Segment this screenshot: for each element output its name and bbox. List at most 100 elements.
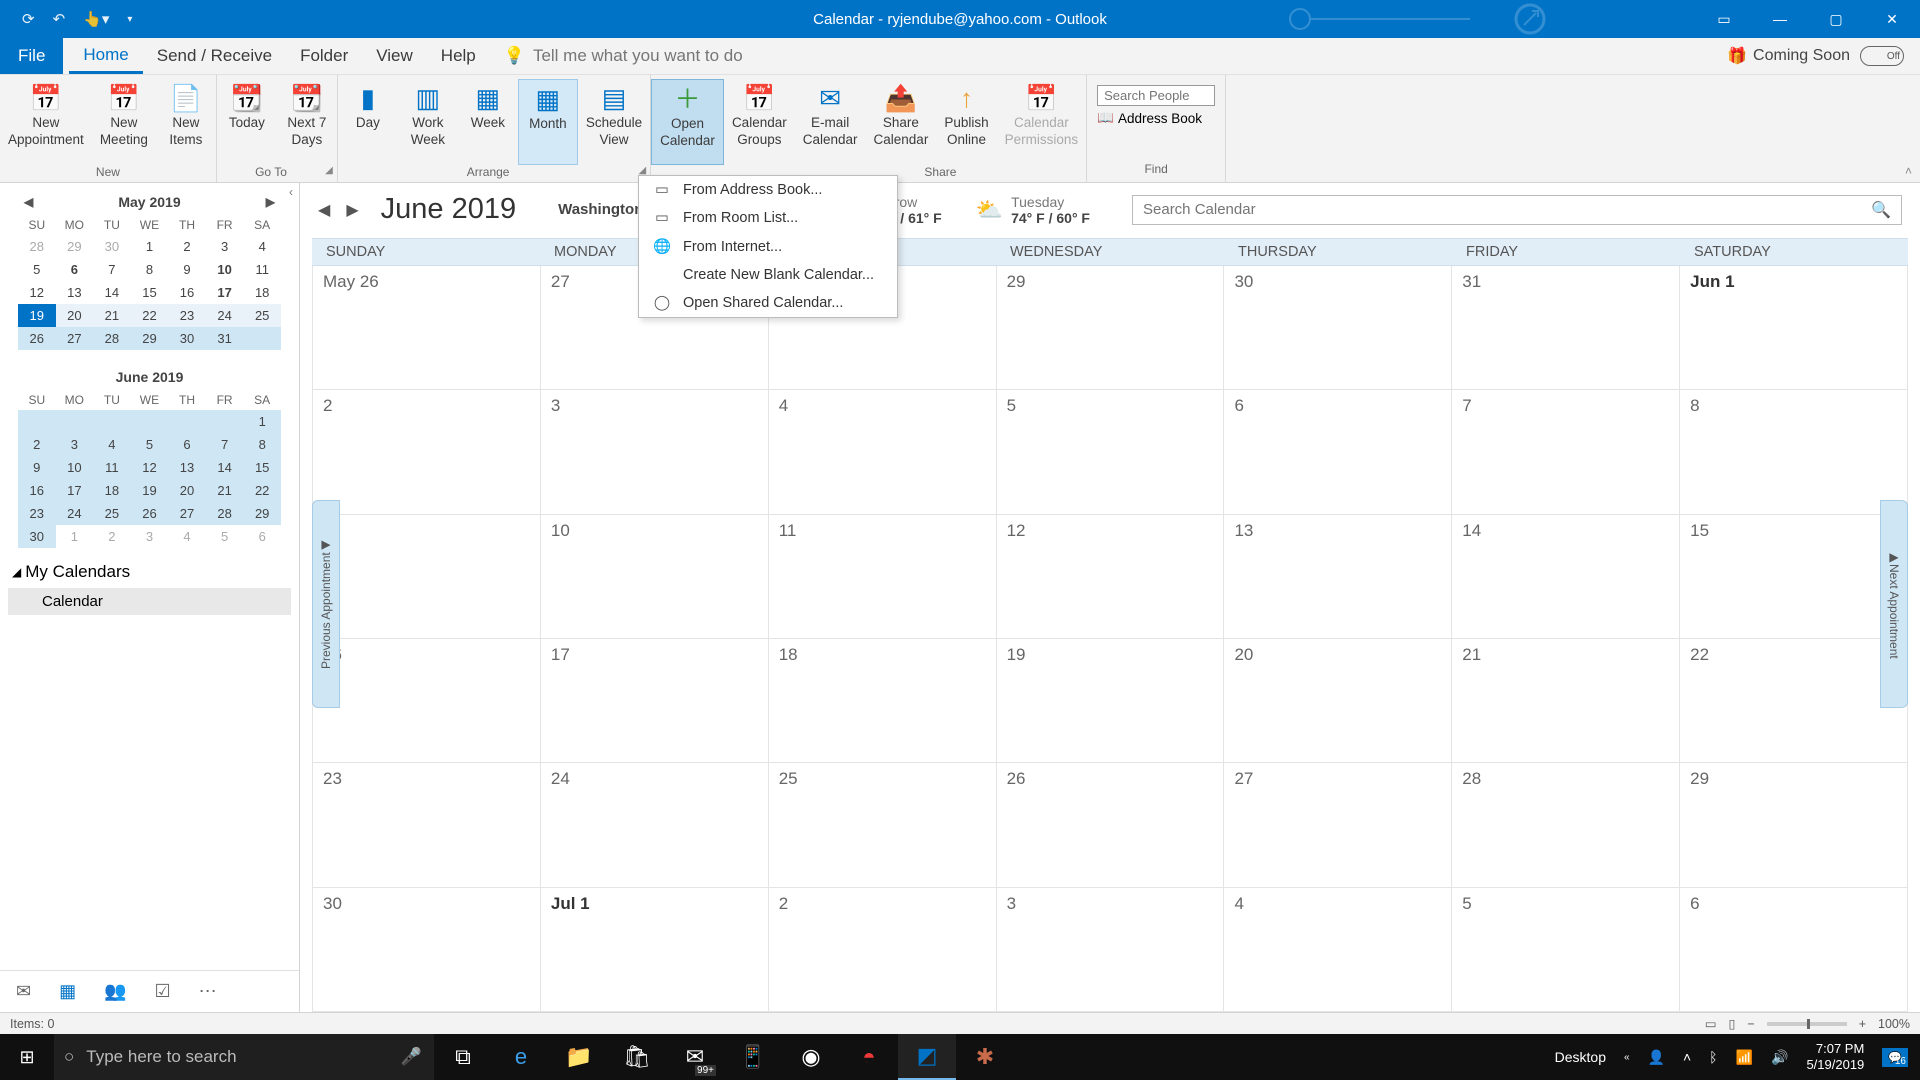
- zoom-out-icon[interactable]: −: [1747, 1017, 1754, 1031]
- chrome-icon[interactable]: ◉: [782, 1034, 840, 1080]
- mini-day[interactable]: 19: [131, 479, 169, 502]
- mini-day[interactable]: 29: [56, 235, 94, 258]
- search-calendar[interactable]: 🔍: [1132, 195, 1902, 225]
- mini-day[interactable]: 13: [168, 456, 206, 479]
- reading-view-icon[interactable]: ▯: [1729, 1016, 1736, 1031]
- mini-day[interactable]: 29: [243, 502, 281, 525]
- mini-day[interactable]: 3: [206, 235, 244, 258]
- day-cell[interactable]: 29: [997, 266, 1225, 390]
- refresh-icon[interactable]: ⟳: [22, 10, 35, 28]
- day-cell[interactable]: 26: [997, 763, 1225, 887]
- phone-icon[interactable]: 📱: [724, 1034, 782, 1080]
- send-receive-tab[interactable]: Send / Receive: [143, 38, 286, 74]
- collapse-sidebar-icon[interactable]: ‹: [289, 185, 293, 199]
- mini-day[interactable]: 4: [243, 235, 281, 258]
- task-view-icon[interactable]: ⧉: [434, 1034, 492, 1080]
- mini-day[interactable]: 2: [93, 525, 131, 548]
- day-cell[interactable]: 21: [1452, 639, 1680, 763]
- mini-day[interactable]: [243, 327, 281, 350]
- mini-day[interactable]: 15: [243, 456, 281, 479]
- mini-day[interactable]: 29: [131, 327, 169, 350]
- new-meeting-button[interactable]: 📅New Meeting: [92, 79, 156, 165]
- mini-day[interactable]: 2: [18, 433, 56, 456]
- mini-day[interactable]: 23: [18, 502, 56, 525]
- mini-day[interactable]: 11: [93, 456, 131, 479]
- vivaldi-icon[interactable]: ◓: [840, 1034, 898, 1080]
- next-7-days-button[interactable]: 📆Next 7 Days: [277, 79, 337, 165]
- close-button[interactable]: ✕: [1864, 0, 1920, 38]
- folder-tab[interactable]: Folder: [286, 38, 362, 74]
- mini-day[interactable]: 6: [56, 258, 94, 281]
- mini-day[interactable]: 3: [131, 525, 169, 548]
- mini-day[interactable]: [93, 410, 131, 433]
- collapse-ribbon-icon[interactable]: ˄: [1905, 164, 1912, 178]
- tell-me-search[interactable]: 💡 Tell me what you want to do: [504, 46, 743, 66]
- day-cell[interactable]: 16: [312, 639, 541, 763]
- calendar-groups-button[interactable]: 📅Calendar Groups: [724, 79, 795, 165]
- previous-appointment-tab[interactable]: Previous Appointment ◀: [312, 500, 340, 708]
- mini-day[interactable]: 13: [56, 281, 94, 304]
- day-cell[interactable]: 30: [312, 888, 541, 1012]
- taskbar-search[interactable]: ○ Type here to search 🎤: [54, 1034, 434, 1080]
- share-calendar-button[interactable]: 📤Share Calendar: [866, 79, 937, 165]
- day-cell[interactable]: 7: [1452, 390, 1680, 514]
- day-cell[interactable]: 10: [541, 515, 769, 639]
- app-icon[interactable]: ✱: [956, 1034, 1014, 1080]
- next-period-icon[interactable]: ▶: [346, 200, 358, 220]
- mini-day[interactable]: 30: [93, 235, 131, 258]
- mini-day[interactable]: 28: [93, 327, 131, 350]
- mini-day[interactable]: 20: [168, 479, 206, 502]
- my-calendars-header[interactable]: ◢My Calendars: [0, 548, 299, 588]
- day-cell[interactable]: 5: [1452, 888, 1680, 1012]
- day-cell[interactable]: May 26: [312, 266, 541, 390]
- day-cell[interactable]: 19: [997, 639, 1225, 763]
- mini-day[interactable]: 10: [206, 258, 244, 281]
- mini-day[interactable]: 19: [18, 304, 56, 327]
- mini-day[interactable]: 18: [93, 479, 131, 502]
- day-cell[interactable]: 28: [1452, 763, 1680, 887]
- mini-day[interactable]: 17: [56, 479, 94, 502]
- clock[interactable]: 7:07 PM5/19/2019: [1806, 1041, 1864, 1072]
- day-cell[interactable]: 22: [1680, 639, 1908, 763]
- schedule-view-button[interactable]: ▤Schedule View: [578, 79, 650, 165]
- mini-day[interactable]: 1: [243, 410, 281, 433]
- open-shared-calendar-item[interactable]: ◯Open Shared Calendar...: [639, 289, 897, 317]
- mini-day[interactable]: 22: [131, 304, 169, 327]
- mini-day[interactable]: [131, 410, 169, 433]
- mini-day[interactable]: 5: [18, 258, 56, 281]
- mic-icon[interactable]: 🎤: [401, 1047, 422, 1067]
- day-cell[interactable]: 6: [1224, 390, 1452, 514]
- day-cell[interactable]: 20: [1224, 639, 1452, 763]
- mini-day[interactable]: 7: [93, 258, 131, 281]
- mini-day[interactable]: 16: [18, 479, 56, 502]
- day-cell[interactable]: 13: [1224, 515, 1452, 639]
- mini-day[interactable]: 1: [131, 235, 169, 258]
- prev-period-icon[interactable]: ◀: [318, 200, 330, 220]
- zoom-level[interactable]: 100%: [1878, 1017, 1910, 1031]
- mini-day[interactable]: 9: [18, 456, 56, 479]
- qat-dropdown-icon[interactable]: ▾: [127, 14, 132, 25]
- touch-icon[interactable]: 👆▾: [83, 10, 109, 28]
- mini-day[interactable]: [56, 410, 94, 433]
- mini-day[interactable]: [206, 410, 244, 433]
- mini-day[interactable]: 25: [243, 304, 281, 327]
- mini-day[interactable]: 22: [243, 479, 281, 502]
- ribbon-display-icon[interactable]: ▭: [1696, 0, 1752, 38]
- mini-day[interactable]: 30: [18, 525, 56, 548]
- tray-up-icon[interactable]: ˄: [1683, 1049, 1691, 1065]
- outlook-taskbar-icon[interactable]: ◩: [898, 1034, 956, 1080]
- desktop-label[interactable]: Desktop: [1555, 1049, 1606, 1065]
- day-cell[interactable]: 8: [1680, 390, 1908, 514]
- mini-day[interactable]: 25: [93, 502, 131, 525]
- day-cell[interactable]: 5: [997, 390, 1225, 514]
- people-tray-icon[interactable]: 👤: [1648, 1049, 1665, 1066]
- mini-day[interactable]: 30: [168, 327, 206, 350]
- day-cell[interactable]: 9: [312, 515, 541, 639]
- mini-day[interactable]: 18: [243, 281, 281, 304]
- day-cell[interactable]: 17: [541, 639, 769, 763]
- mini-day[interactable]: 27: [168, 502, 206, 525]
- mini-day[interactable]: 14: [93, 281, 131, 304]
- create-blank-calendar-item[interactable]: Create New Blank Calendar...: [639, 261, 897, 289]
- mini-day[interactable]: 8: [243, 433, 281, 456]
- mini-day[interactable]: 7: [206, 433, 244, 456]
